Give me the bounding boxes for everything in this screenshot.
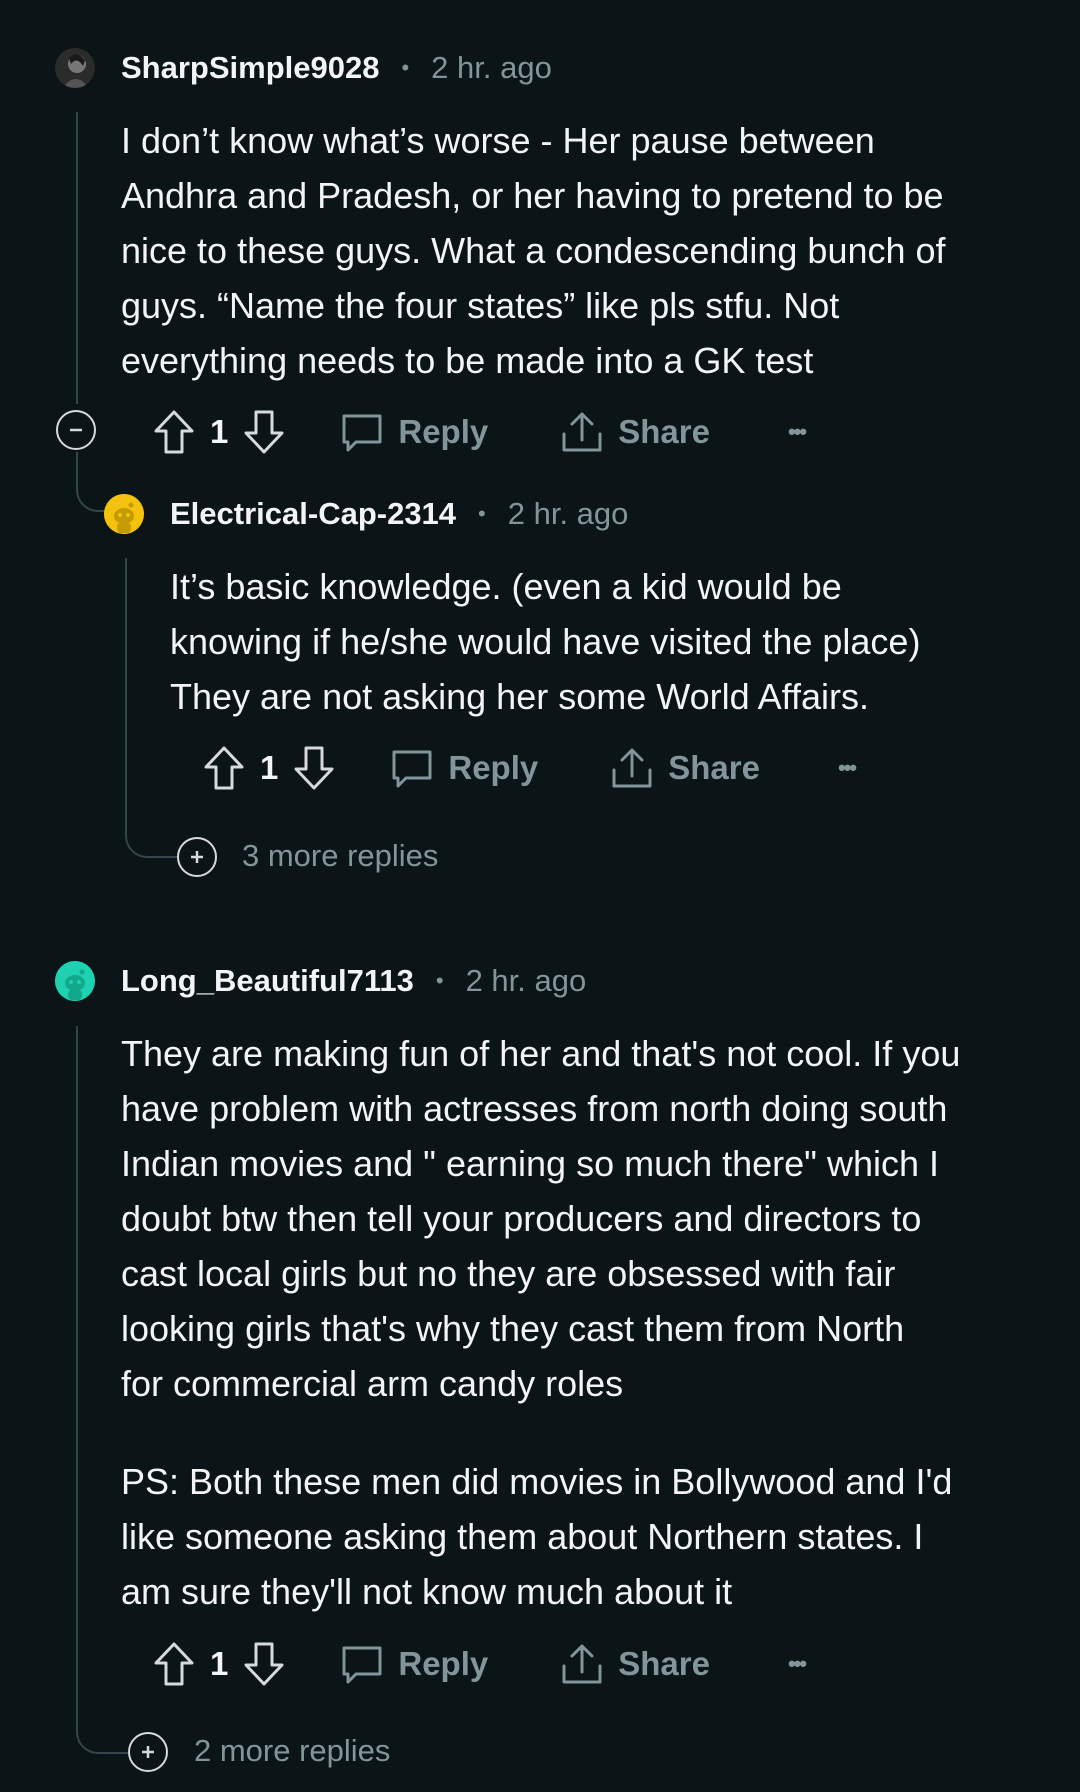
- expand-replies-button[interactable]: [177, 837, 217, 877]
- upvote-icon: [154, 1642, 194, 1686]
- more-replies-link[interactable]: 2 more replies: [194, 1729, 390, 1773]
- share-icon: [612, 748, 652, 788]
- comment-line: PS: Both these men did movies in Bollywo…: [121, 1461, 953, 1502]
- timestamp: 2 hr. ago: [465, 963, 587, 998]
- avatar[interactable]: [55, 48, 95, 88]
- collapse-button[interactable]: [56, 410, 96, 450]
- comment-line: They are not asking her some World Affai…: [170, 676, 869, 717]
- snoo-avatar-icon: [104, 494, 144, 534]
- comment-line: have problem with actresses from north d…: [121, 1088, 948, 1129]
- reply-label: Reply: [448, 749, 539, 786]
- upvote-button[interactable]: [152, 1641, 196, 1687]
- comment-line: looking girls that's why they cast them …: [121, 1308, 905, 1349]
- thread-line[interactable]: [125, 558, 127, 828]
- comment-body: They are making fun of her and that's no…: [121, 1026, 960, 1619]
- thread-elbow: [76, 452, 106, 512]
- share-label: Share: [668, 749, 760, 786]
- comment-line: everything needs to be made into a GK te…: [121, 340, 814, 381]
- reply-button[interactable]: Reply: [340, 410, 488, 454]
- more-options-button[interactable]: •••: [788, 1651, 807, 1677]
- share-label: Share: [618, 1645, 710, 1682]
- share-button[interactable]: Share: [560, 1642, 710, 1686]
- avatar[interactable]: [104, 494, 144, 534]
- comment-body: It’s basic knowledge. (even a kid would …: [170, 559, 920, 724]
- user-avatar-icon: [55, 48, 95, 88]
- share-button[interactable]: Share: [560, 410, 710, 454]
- reply-icon: [342, 414, 382, 452]
- plus-icon: [191, 851, 203, 863]
- timestamp: 2 hr. ago: [507, 496, 629, 531]
- vote-count: 1: [210, 413, 229, 450]
- vote-count: 1: [260, 749, 279, 786]
- avatar[interactable]: [55, 961, 95, 1001]
- comment-line: It’s basic knowledge. (even a kid would …: [170, 566, 842, 607]
- upvote-icon: [204, 746, 244, 790]
- comment-line: cast local girls but no they are obsesse…: [121, 1253, 896, 1294]
- downvote-button[interactable]: [292, 745, 336, 791]
- comment-line: doubt btw then tell your producers and d…: [121, 1198, 922, 1239]
- separator-dot: •: [401, 55, 410, 80]
- share-icon: [562, 412, 602, 452]
- expand-replies-button[interactable]: [128, 1732, 168, 1772]
- comment-line: Andhra and Pradesh, or her having to pre…: [121, 175, 944, 216]
- reply-button[interactable]: Reply: [340, 1642, 488, 1686]
- reply-label: Reply: [398, 1645, 489, 1682]
- more-replies-link[interactable]: 3 more replies: [242, 834, 438, 878]
- timestamp: 2 hr. ago: [431, 50, 552, 85]
- comment-line: knowing if he/she would have visited the…: [170, 621, 921, 662]
- downvote-button[interactable]: [242, 1641, 286, 1687]
- username[interactable]: SharpSimple9028: [121, 50, 379, 86]
- reply-label: Reply: [398, 413, 489, 450]
- comment-body: I don’t know what’s worse - Her pause be…: [121, 113, 946, 388]
- comment-meta: SharpSimple9028 • 2 hr. ago: [121, 48, 552, 88]
- upvote-button[interactable]: [152, 409, 196, 455]
- more-options-button[interactable]: •••: [838, 755, 857, 781]
- comment-actions: 1 Reply Share •••: [202, 740, 857, 796]
- comment-actions: 1 Reply Share •••: [152, 404, 807, 460]
- snoo-avatar-icon: [55, 961, 95, 1001]
- reply-button[interactable]: Reply: [390, 746, 538, 790]
- comment-line: guys. “Name the four states” like pls st…: [121, 285, 840, 326]
- comment-meta: Long_Beautiful7113 • 2 hr. ago: [121, 961, 586, 1001]
- upvote-button[interactable]: [202, 745, 246, 791]
- comment-actions: 1 Reply Share •••: [152, 1636, 807, 1692]
- reply-icon: [392, 750, 432, 788]
- comment-line: Indian movies and " earning so much ther…: [121, 1143, 939, 1184]
- downvote-icon: [294, 746, 334, 790]
- comment-line: They are making fun of her and that's no…: [121, 1033, 961, 1074]
- share-label: Share: [618, 413, 710, 450]
- downvote-icon: [244, 410, 284, 454]
- share-button[interactable]: Share: [610, 746, 760, 790]
- username[interactable]: Long_Beautiful7113: [121, 963, 414, 999]
- minus-icon: [70, 428, 82, 432]
- downvote-button[interactable]: [242, 409, 286, 455]
- thread-elbow: [125, 800, 177, 858]
- upvote-icon: [154, 410, 194, 454]
- more-options-button[interactable]: •••: [788, 419, 807, 445]
- comment-line: for commercial arm candy roles: [121, 1363, 624, 1404]
- reply-icon: [342, 1646, 382, 1684]
- vote-count: 1: [210, 1645, 229, 1682]
- comment-line: am sure they'll not know much about it: [121, 1571, 733, 1612]
- comment-meta: Electrical-Cap-2314 • 2 hr. ago: [170, 494, 628, 534]
- thread-elbow: [76, 1690, 132, 1754]
- thread-line[interactable]: [76, 112, 78, 404]
- plus-icon: [142, 1746, 154, 1758]
- comment-line: like someone asking them about Northern …: [121, 1516, 924, 1557]
- comment-line: nice to these guys. What a condescending…: [121, 230, 946, 271]
- thread-line[interactable]: [76, 1026, 78, 1706]
- separator-dot: •: [435, 968, 444, 993]
- separator-dot: •: [478, 501, 486, 526]
- username[interactable]: Electrical-Cap-2314: [170, 496, 456, 532]
- downvote-icon: [244, 1642, 284, 1686]
- share-icon: [562, 1644, 602, 1684]
- comment-line: I don’t know what’s worse - Her pause be…: [121, 120, 875, 161]
